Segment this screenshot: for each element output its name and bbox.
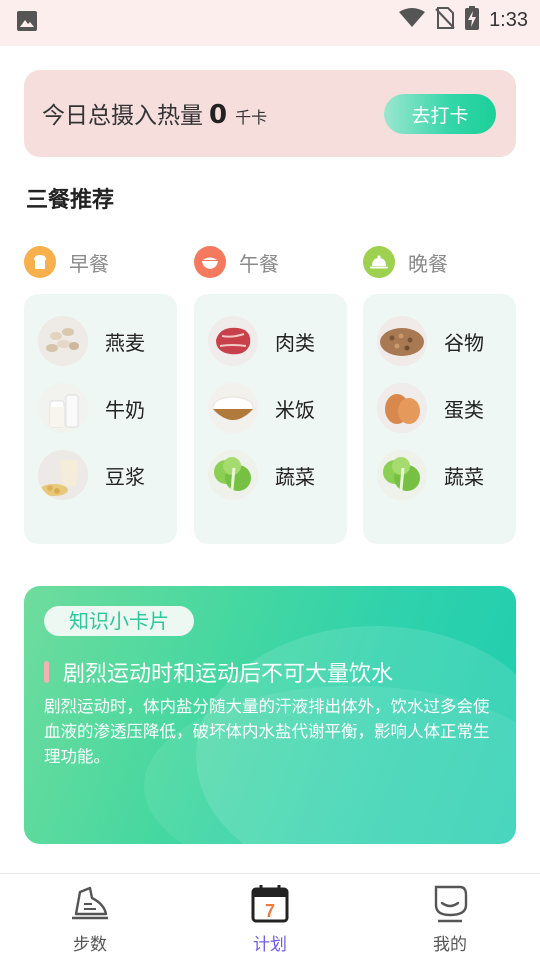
status-time: 1:33 [489,8,528,31]
meal-column-breakfast: 早餐 燕麦 牛奶 豆浆 [24,244,177,544]
knowledge-badge: 知识小卡片 [44,606,194,636]
knowledge-card[interactable]: 知识小卡片 剧烈运动时和运动后不可大量饮水 剧烈运动时，体内盐分随大量的汗液排出… [24,586,516,844]
section-title: 三餐推荐 [26,188,115,213]
no-sim-icon [435,7,455,33]
food-item[interactable]: 谷物 [363,316,516,366]
shoe-icon [30,882,150,924]
wifi-icon [399,8,426,32]
food-item[interactable]: 肉类 [194,316,347,366]
calorie-value: 0 [209,100,228,130]
nav-label: 计划 [253,935,287,955]
food-name: 谷物 [444,330,484,355]
cloche-icon [363,246,395,278]
nav-tab-steps[interactable]: 步数 [30,882,150,955]
calendar-icon: 7 [210,882,330,924]
bottom-nav: 步数 7 计划 我的 [0,873,540,961]
checkin-button[interactable]: 去打卡 [384,94,496,134]
food-name: 牛奶 [105,397,145,422]
food-name: 豆浆 [105,464,145,489]
food-name: 蛋类 [444,397,484,422]
egg-icon [377,383,427,433]
food-item[interactable]: 燕麦 [24,316,177,366]
meal-column-lunch: 午餐 肉类 米饭 蔬菜 [194,244,347,544]
nav-tab-plan[interactable]: 7 计划 [210,882,330,955]
knowledge-title: 剧烈运动时和运动后不可大量饮水 [63,662,394,687]
vegetable-icon [208,450,258,500]
calorie-unit: 千卡 [235,108,268,127]
food-item[interactable]: 蔬菜 [194,450,347,500]
food-name: 米饭 [275,397,315,422]
food-name: 蔬菜 [275,464,315,489]
meal-card[interactable]: 燕麦 牛奶 豆浆 [24,294,177,544]
meal-column-dinner: 晚餐 谷物 蛋类 蔬菜 [363,244,516,544]
meal-card[interactable]: 肉类 米饭 蔬菜 [194,294,347,544]
rice-icon [208,383,258,433]
meal-card[interactable]: 谷物 蛋类 蔬菜 [363,294,516,544]
vegetable-icon [377,450,427,500]
calorie-card: 今日总摄入热量 0 千卡 去打卡 [24,70,516,157]
milk-icon [38,383,88,433]
meal-name: 早餐 [69,251,109,276]
meat-icon [208,316,258,366]
toast-icon [24,246,56,278]
nav-tab-profile[interactable]: 我的 [390,882,510,955]
gallery-notification-icon [16,10,38,36]
nav-label: 步数 [73,935,107,955]
svg-text:7: 7 [265,901,275,921]
title-marker [44,661,49,683]
status-bar: 1:33 [0,0,540,46]
food-item[interactable]: 牛奶 [24,383,177,433]
food-item[interactable]: 蛋类 [363,383,516,433]
knowledge-body: 剧烈运动时，体内盐分随大量的汗液排出体外，饮水过多会使血液的渗透压降低，破坏体内… [44,697,490,766]
rice-bowl-icon [194,246,226,278]
food-item[interactable]: 蔬菜 [363,450,516,500]
battery-charging-icon [465,6,480,34]
soy-milk-icon [38,450,88,500]
food-name: 燕麦 [105,330,145,355]
food-name: 肉类 [275,330,315,355]
nav-label: 我的 [433,935,467,955]
meal-name: 午餐 [239,251,279,276]
food-name: 蔬菜 [444,464,484,489]
profile-icon [390,882,510,924]
grain-icon [377,316,427,366]
meal-name: 晚餐 [408,251,448,276]
calorie-label: 今日总摄入热量 [42,103,203,129]
oats-icon [38,316,88,366]
food-item[interactable]: 米饭 [194,383,347,433]
food-item[interactable]: 豆浆 [24,450,177,500]
